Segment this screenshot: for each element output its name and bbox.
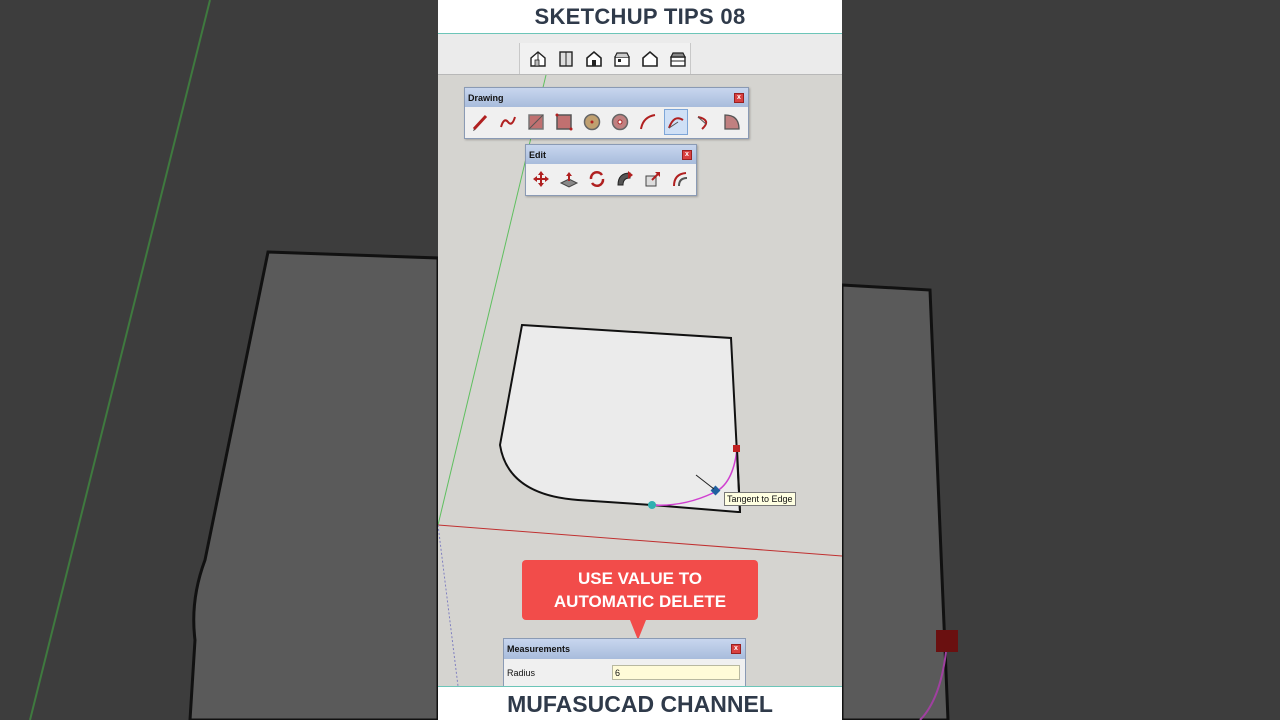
callout-line-2: AUTOMATIC DELETE — [553, 592, 727, 611]
blue-axis-line — [438, 524, 459, 687]
right-view-icon[interactable] — [610, 47, 634, 71]
back-view-icon[interactable] — [638, 47, 662, 71]
follow-me-tool-icon[interactable] — [613, 166, 637, 192]
three-point-arc-tool-icon[interactable] — [692, 109, 716, 135]
video-title: SKETCHUP TIPS 08 — [438, 0, 842, 34]
callout-line-1: USE VALUE TO — [577, 569, 703, 588]
measurements-panel-header[interactable]: Measurements x — [504, 639, 745, 659]
pie-tool-icon[interactable] — [720, 109, 744, 135]
rotated-rectangle-tool-icon[interactable] — [552, 109, 576, 135]
instruction-callout: USE VALUE TO AUTOMATIC DELETE — [522, 560, 758, 620]
move-tool-icon[interactable] — [529, 166, 553, 192]
edit-toolbar-panel: Edit x — [525, 144, 697, 196]
radius-input[interactable]: 6 — [612, 665, 740, 680]
radius-label: Radius — [507, 667, 536, 678]
push-pull-tool-icon[interactable] — [557, 166, 581, 192]
channel-name: MUFASUCAD CHANNEL — [438, 686, 842, 720]
edit-panel-close-button[interactable]: x — [682, 149, 692, 160]
line-tool-icon[interactable] — [468, 109, 492, 135]
views-toolbar — [519, 43, 691, 74]
drawing-panel-header[interactable]: Drawing x — [465, 88, 748, 107]
iso-view-icon[interactable] — [526, 47, 550, 71]
edit-panel-header[interactable]: Edit x — [526, 145, 696, 164]
front-view-icon[interactable] — [582, 47, 606, 71]
rectangle-tool-icon[interactable] — [524, 109, 548, 135]
drawing-panel-close-button[interactable]: x — [734, 92, 744, 103]
measurements-panel: Measurements x Radius 6 — [503, 638, 746, 688]
arc-endpoint-marker — [733, 445, 740, 452]
polygon-tool-icon[interactable] — [608, 109, 632, 135]
freehand-tool-icon[interactable] — [496, 109, 520, 135]
circle-tool-icon[interactable] — [580, 109, 604, 135]
left-view-icon[interactable] — [666, 47, 690, 71]
measurements-panel-title: Measurements — [507, 644, 571, 654]
video-frame: Drawing x Edit x Tangent to Edge USE VAL… — [438, 0, 842, 720]
face-shape — [498, 323, 742, 513]
arc-tool-icon[interactable] — [636, 109, 660, 135]
edit-panel-title: Edit — [529, 149, 546, 160]
tangent-point-marker — [648, 501, 656, 509]
top-view-icon[interactable] — [554, 47, 578, 71]
drawing-panel-title: Drawing — [468, 92, 504, 103]
inference-tooltip: Tangent to Edge — [724, 492, 796, 506]
drawing-toolbar-panel: Drawing x — [464, 87, 749, 139]
callout-pointer — [630, 620, 646, 640]
scale-tool-icon[interactable] — [641, 166, 665, 192]
two-point-arc-tool-icon[interactable] — [664, 109, 688, 135]
measurements-panel-close-button[interactable]: x — [731, 644, 741, 654]
red-axis-line — [438, 524, 842, 557]
rotate-tool-icon[interactable] — [585, 166, 609, 192]
offset-tool-icon[interactable] — [669, 166, 693, 192]
